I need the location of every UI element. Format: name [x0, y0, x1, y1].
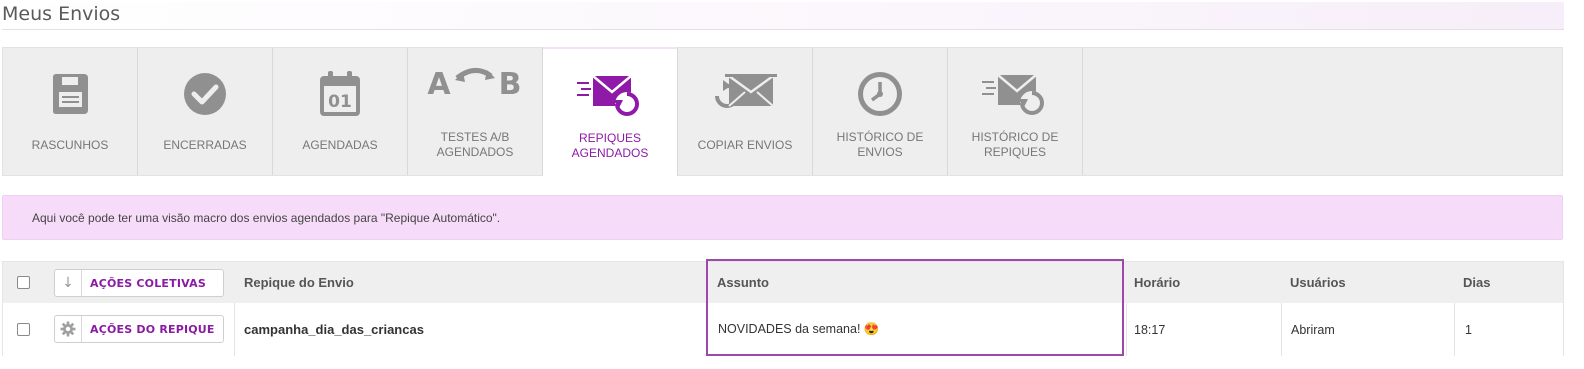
col-header-usuarios: Usuários — [1290, 275, 1346, 290]
tab-bar: RASCUNHOS ENCERRADAS 01 AGENDADAS A B TE… — [2, 47, 1563, 176]
column-divider — [1454, 303, 1455, 356]
row-actions-button[interactable]: AÇÕES DO REPIQUE — [54, 315, 224, 343]
clock-icon — [813, 66, 947, 122]
table-header: ↓ AÇÕES COLETIVAS Repique do Envio Assun… — [3, 262, 1563, 303]
tab-label: ENCERRADAS — [163, 137, 247, 152]
info-message: Aqui você pode ter uma visão macro dos e… — [2, 195, 1563, 240]
col-header-dias: Dias — [1463, 275, 1491, 290]
tab-historico-envios[interactable]: HISTÓRICO DE ENVIOS — [813, 48, 948, 175]
tab-label: TESTES A/B AGENDADOS — [436, 130, 514, 159]
tab-label: AGENDADAS — [302, 137, 378, 152]
floppy-disk-icon — [3, 66, 137, 122]
cell-dias: 1 — [1465, 322, 1472, 337]
gear-icon — [55, 316, 82, 342]
row-select-cell — [17, 303, 30, 356]
bulk-actions-label: AÇÕES COLETIVAS — [90, 276, 206, 290]
select-all-cell — [17, 262, 30, 303]
col-header-assunto: Assunto — [717, 275, 769, 290]
tab-historico-repiques[interactable]: HISTÓRICO DE REPIQUES — [948, 48, 1083, 175]
sort-arrow-icon: ↓ — [55, 270, 82, 296]
tab-testes-ab[interactable]: A B TESTES A/B AGENDADOS — [408, 48, 543, 175]
cell-envio: campanha_dia_das_criancas — [244, 322, 424, 337]
tab-copiar-envios[interactable]: COPIAR ENVIOS — [678, 48, 813, 175]
tab-label: RASCUNHOS — [31, 137, 109, 152]
table-row: AÇÕES DO REPIQUE campanha_dia_das_crianc… — [3, 303, 1563, 356]
ab-test-icon: A B — [408, 54, 542, 110]
ab-letter-a: A — [427, 67, 451, 102]
tab-agendadas[interactable]: 01 AGENDADAS — [273, 48, 408, 175]
repiques-table: ↓ AÇÕES COLETIVAS Repique do Envio Assun… — [2, 261, 1564, 356]
copy-send-icon — [678, 66, 812, 122]
column-divider — [1126, 303, 1127, 356]
tab-encerradas[interactable]: ENCERRADAS — [138, 48, 273, 175]
column-divider — [234, 303, 235, 356]
cell-horario: 18:17 — [1134, 322, 1166, 337]
calendar-icon: 01 — [273, 66, 407, 122]
tab-label: HISTÓRICO DE ENVIOS — [836, 130, 924, 159]
check-circle-icon — [138, 66, 272, 122]
select-all-checkbox[interactable] — [17, 276, 30, 289]
tab-label: HISTÓRICO DE REPIQUES — [971, 130, 1059, 159]
col-header-envio: Repique do Envio — [244, 275, 354, 290]
ab-letter-b: B — [499, 67, 522, 102]
tab-label: REPIQUES AGENDADOS — [571, 131, 649, 160]
column-divider — [1281, 303, 1282, 356]
tab-repiques-agendados[interactable]: REPIQUES AGENDADOS — [543, 47, 678, 176]
scheduled-repique-icon — [543, 67, 677, 123]
page-title: Meus Envios — [2, 2, 1564, 30]
repique-history-icon — [948, 66, 1082, 122]
tab-rascunhos[interactable]: RASCUNHOS — [3, 48, 138, 175]
bulk-actions-button[interactable]: ↓ AÇÕES COLETIVAS — [54, 269, 224, 297]
cell-assunto: NOVIDADES da semana! 😍 — [718, 322, 880, 336]
col-header-horario: Horário — [1134, 275, 1181, 290]
cell-usuarios: Abriram — [1291, 322, 1335, 337]
calendar-day: 01 — [328, 92, 352, 112]
tab-label: COPIAR ENVIOS — [697, 137, 793, 152]
row-checkbox[interactable] — [17, 323, 30, 336]
row-actions-label: AÇÕES DO REPIQUE — [90, 322, 215, 336]
